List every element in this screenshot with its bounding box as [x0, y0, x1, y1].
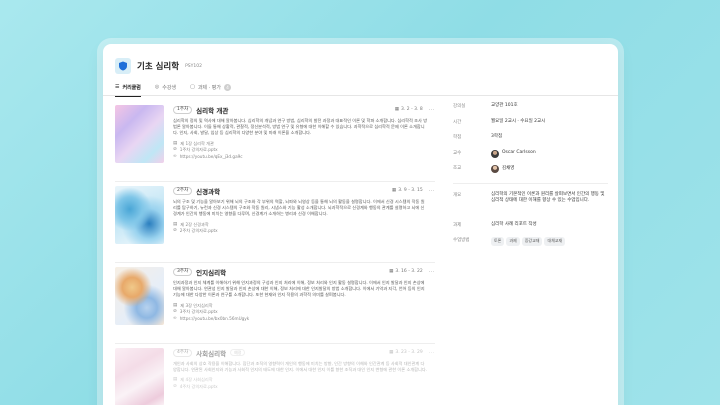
assignment-icon: ▢	[190, 84, 195, 90]
info-value: 심리학의 기본적인 이론과 원리를 살펴보면서 인간의 행동 및 심리적 상태에…	[491, 191, 605, 204]
calendar-icon: ▦	[389, 350, 394, 355]
course-window: 기초 심리학 PSY102 ☰ 커리큘럼 ◎ 수강생 ▢ 과제 · 평가 4 1…	[103, 44, 618, 405]
lesson-list: 1주차 심리학 개관 ▦ 3. 2 - 3. 8 ··· 심리학의 정의 및 역…	[115, 101, 435, 405]
divider	[453, 182, 608, 184]
shield-icon	[115, 58, 131, 74]
lesson-date-text: 3. 2 - 3. 8	[401, 107, 423, 112]
upcoming-badge: 예정	[230, 349, 246, 356]
lesson-date: ▦ 3. 9 - 3. 15	[392, 188, 423, 193]
week-badge: 4주차	[173, 348, 193, 357]
lesson-thumbnail	[115, 186, 164, 244]
more-options-icon[interactable]: ···	[429, 188, 435, 194]
method-chip: 증강교재	[521, 237, 543, 246]
lesson-item[interactable]: 3주차 인지심리학 ▦ 3. 16 - 3. 22 ··· 인지과정과 인지 체…	[115, 263, 435, 344]
more-options-icon[interactable]: ···	[429, 107, 435, 113]
lesson-description: 인지과정과 인지 체계를 이해하기 위해 인지과정의 구성과 인지 처리에 이해…	[173, 280, 425, 298]
link-icon: ∞	[173, 153, 177, 159]
info-label: 조교	[453, 166, 462, 171]
method-chip: 대체교재	[544, 237, 566, 246]
lesson-item[interactable]: 1주차 심리학 개관 ▦ 3. 2 - 3. 8 ··· 심리학의 정의 및 역…	[115, 101, 435, 182]
info-value: 심리학 사례 리포트 작성	[491, 221, 537, 227]
info-assignment: 과제 심리학 사례 리포트 작성	[453, 220, 608, 236]
info-label: 개요	[453, 192, 462, 198]
avatar	[491, 149, 499, 158]
info-label: 시간	[453, 119, 462, 125]
lesson-description: 심리학의 정의 및 역사에 대해 알아봅니다. 심리학의 개념과 연구 방법, …	[173, 118, 428, 136]
attach-icon: ⊘	[173, 228, 177, 234]
info-method: 수업방법 토론 과제 증강교재 대체교재	[453, 235, 608, 251]
tab-students[interactable]: ◎ 수강생	[155, 78, 176, 96]
lesson-date: ▦ 3. 2 - 3. 8	[395, 107, 423, 112]
more-options-icon[interactable]: ···	[429, 269, 435, 275]
lesson-date-text: 3. 23 - 3. 29	[395, 350, 423, 355]
info-professor: 교수 Oscar Carlsson	[453, 148, 608, 164]
file-link[interactable]: ⊘ 4주차 강의자료.pptx	[173, 384, 435, 391]
info-label: 학점	[453, 135, 462, 140]
curriculum-icon: ☰	[115, 84, 120, 90]
file-name: 4주차 강의자료.pptx	[179, 383, 218, 389]
attach-icon: ⊘	[173, 383, 177, 389]
professor-name[interactable]: Oscar Carlsson	[502, 150, 536, 157]
lesson-date-text: 3. 9 - 3. 15	[398, 188, 423, 193]
tab-curriculum[interactable]: ☰ 커리큘럼	[115, 78, 141, 97]
calendar-icon: ▦	[394, 107, 400, 112]
file-link[interactable]: ∞ https://youtu.be/bx0bn.56mUgyk	[173, 316, 435, 323]
tab-students-label: 수강생	[162, 84, 177, 91]
info-value: 3학점	[491, 134, 503, 139]
tab-assignments[interactable]: ▢ 과제 · 평가 4	[190, 78, 231, 96]
info-credits: 학점 3학점	[453, 132, 608, 148]
week-badge: 1주차	[173, 105, 193, 114]
info-overview: 개요 심리학의 기본적인 이론과 원리를 살펴보면서 인간의 행동 및 심리적 …	[453, 190, 608, 220]
lesson-description: 뇌의 구조 및 기능을 알아보기 위해 뇌의 구조와 각 부위의 역할, 뇌파와…	[173, 199, 425, 217]
info-label: 수업방법	[453, 238, 470, 243]
info-value: 월요일 2교시 · 수요일 2교시	[491, 118, 546, 124]
people-icon: ◎	[154, 84, 160, 90]
lesson-title: 인지심리학	[196, 268, 227, 277]
lesson-thumbnail	[115, 105, 164, 163]
method-chip: 토론	[491, 237, 505, 246]
week-badge: 3주차	[173, 267, 193, 276]
tab-bar: ☰ 커리큘럼 ◎ 수강생 ▢ 과제 · 평가 4	[103, 78, 618, 97]
more-options-icon[interactable]: ···	[429, 350, 435, 356]
info-label: 과제	[453, 222, 462, 228]
lesson-thumbnail	[115, 348, 164, 405]
lesson-item[interactable]: 4주차 사회심리학 예정 ▦ 3. 23 - 3. 29 ··· 개인과 사회의…	[115, 344, 435, 405]
info-value: 교양관 101호	[491, 103, 518, 108]
file-name: https://youtu.be/bx0bn.56mUgyk	[179, 315, 250, 321]
file-name: https://youtu.be/qEx_j3d.ga9c	[179, 153, 243, 159]
week-badge: 2주차	[173, 186, 193, 195]
lesson-date: ▦ 3. 16 - 3. 22	[389, 269, 423, 274]
file-name: 2주차 강의자료.pptx	[179, 228, 218, 234]
info-ta: 조교 김채영	[453, 163, 608, 179]
link-icon: ∞	[173, 315, 177, 321]
info-label: 강의실	[453, 104, 466, 109]
tab-assignments-label: 과제 · 평가	[197, 84, 221, 91]
ta-name[interactable]: 김채영	[502, 166, 514, 173]
info-label: 교수	[453, 150, 462, 156]
file-link[interactable]: ⊘ 2주차 강의자료.pptx	[173, 228, 435, 235]
lesson-date-text: 3. 16 - 3. 22	[395, 269, 423, 274]
course-title: 기초 심리학	[137, 62, 180, 72]
lesson-title: 신경과학	[196, 187, 221, 196]
method-chip: 과제	[506, 237, 520, 246]
calendar-icon: ▦	[391, 188, 397, 193]
lesson-thumbnail	[115, 267, 164, 325]
info-location: 강의실 교양관 101호	[453, 101, 608, 117]
course-header: 기초 심리학 PSY102	[115, 57, 606, 75]
assignment-count-badge: 4	[223, 83, 231, 91]
file-link[interactable]: ∞ https://youtu.be/qEx_j3d.ga9c	[173, 154, 435, 161]
course-code: PSY102	[185, 63, 202, 69]
info-time: 시간 월요일 2교시 · 수요일 2교시	[453, 117, 608, 133]
calendar-icon: ▦	[389, 269, 394, 274]
course-info-panel: 강의실 교양관 101호 시간 월요일 2교시 · 수요일 2교시 학점 3학점…	[453, 101, 608, 251]
lesson-title: 사회심리학	[196, 349, 227, 358]
tab-curriculum-label: 커리큘럼	[122, 84, 141, 91]
lesson-date: ▦ 3. 23 - 3. 29	[389, 350, 423, 355]
avatar	[491, 165, 499, 173]
lesson-title: 심리학 개관	[196, 106, 229, 115]
lesson-description: 개인과 사회의 상호 작용을 이해합니다. 집단과 조직의 영향력이 개인의 행…	[173, 361, 428, 373]
lesson-item[interactable]: 2주차 신경과학 ▦ 3. 9 - 3. 15 ··· 뇌의 구조 및 기능을 …	[115, 182, 435, 263]
